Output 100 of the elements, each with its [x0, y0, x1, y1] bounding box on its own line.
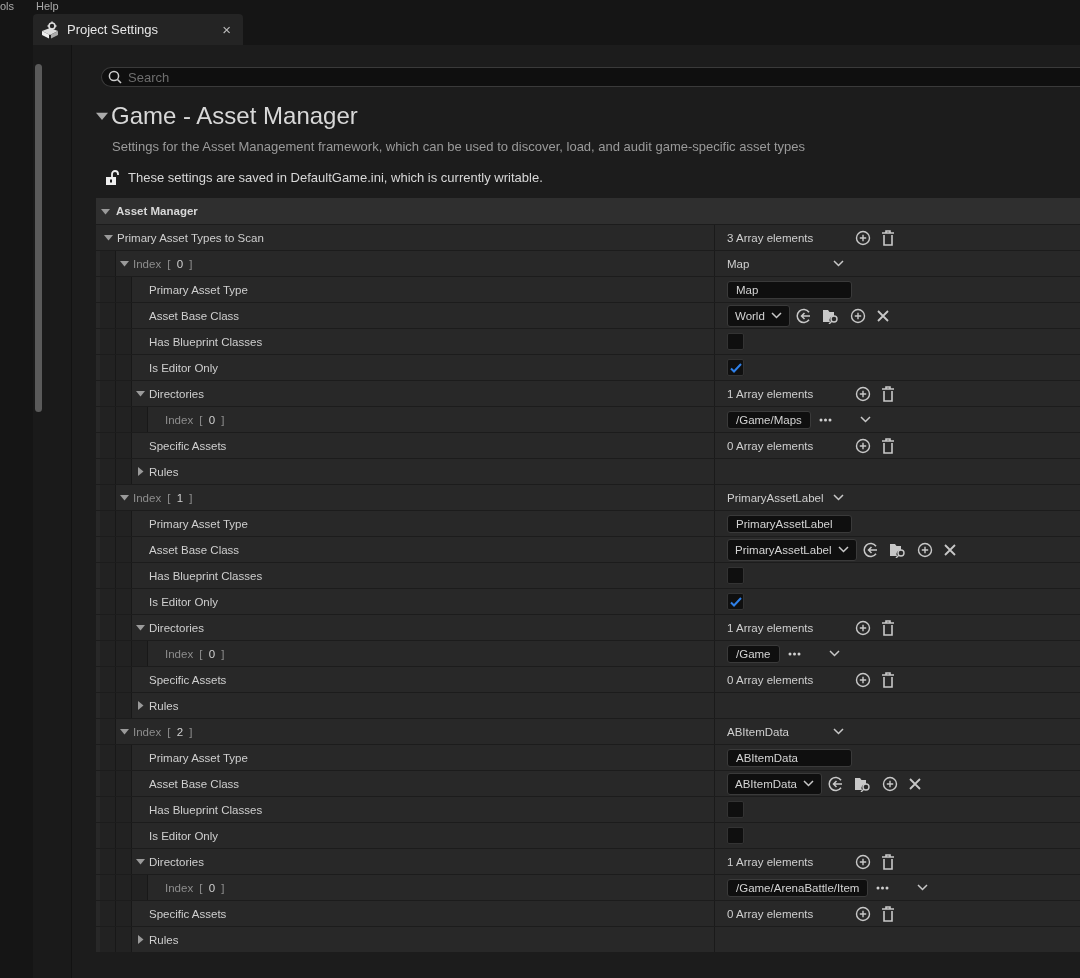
property-label: Has Blueprint Classes [149, 568, 263, 584]
add-element-icon[interactable] [855, 385, 871, 402]
path-field[interactable]: /Game/ArenaBattle/Item [727, 878, 869, 897]
clear-icon[interactable] [942, 542, 957, 557]
array-count: 0 Array elements [727, 439, 815, 452]
chevron-down-icon [833, 728, 844, 735]
checkbox[interactable] [727, 567, 744, 584]
collapse-arrow-icon[interactable] [104, 233, 113, 242]
property-label: Directories [149, 854, 204, 870]
property-label: Rules [149, 464, 179, 480]
chevron-down-icon [770, 312, 782, 319]
browse-folder-icon[interactable] [854, 775, 872, 792]
property-label: Primary Asset Type [149, 282, 248, 298]
property-label: Directories [149, 386, 204, 402]
expand-arrow-icon[interactable] [136, 467, 145, 476]
type-dropdown[interactable]: Map [727, 257, 844, 270]
collapse-arrow-icon[interactable] [136, 623, 145, 632]
property-label: Index [ 2 ] [133, 724, 193, 740]
property-label: Asset Base Class [149, 308, 240, 324]
use-selected-icon[interactable] [828, 775, 844, 792]
array-count: 1 Array elements [727, 855, 815, 868]
search-icon [108, 70, 122, 84]
category-header[interactable]: Asset Manager [96, 198, 1080, 225]
property-label: Index [ 0 ] [133, 256, 193, 272]
property-label: Index [ 0 ] [165, 412, 225, 428]
collapse-arrow-icon[interactable] [120, 493, 129, 502]
more-options-icon[interactable] [787, 651, 801, 656]
property-label: Rules [149, 698, 179, 714]
delete-icon[interactable] [881, 385, 895, 402]
checkbox[interactable] [727, 593, 744, 610]
close-button[interactable]: × [222, 21, 231, 38]
add-icon[interactable] [882, 775, 898, 792]
menu-item[interactable]: ols [0, 0, 15, 12]
collapse-arrow-icon[interactable] [101, 206, 110, 216]
property-label: Primary Asset Type [149, 750, 248, 766]
add-icon[interactable] [916, 541, 933, 558]
path-field[interactable]: /Game [727, 644, 780, 663]
property-label: Index [ 0 ] [165, 880, 225, 896]
chevron-down-icon[interactable] [859, 416, 871, 423]
array-count: 1 Array elements [727, 387, 815, 400]
use-selected-icon[interactable] [795, 307, 812, 324]
collapse-arrow-icon[interactable] [136, 857, 145, 866]
add-element-icon[interactable] [855, 905, 871, 922]
property-label: Index [ 0 ] [165, 646, 225, 662]
checkbox[interactable] [727, 333, 744, 350]
property-label: Specific Assets [149, 438, 227, 454]
checkbox[interactable] [727, 801, 744, 818]
add-element-icon[interactable] [855, 853, 871, 870]
property-label: Specific Assets [149, 672, 227, 688]
more-options-icon[interactable] [876, 885, 890, 890]
section-title: Game - Asset Manager [111, 102, 358, 130]
delete-icon[interactable] [881, 853, 895, 870]
checkbox[interactable] [727, 827, 744, 844]
text-field[interactable]: ABItemData [727, 748, 852, 767]
add-element-icon[interactable] [855, 437, 871, 454]
delete-icon[interactable] [881, 905, 895, 922]
delete-icon[interactable] [881, 229, 895, 246]
array-count: 0 Array elements [727, 907, 815, 920]
collapse-arrow-icon[interactable] [120, 259, 129, 268]
property-label: Asset Base Class [149, 542, 240, 558]
browse-folder-icon[interactable] [888, 541, 907, 558]
add-icon[interactable] [849, 307, 866, 324]
add-element-icon[interactable] [855, 229, 871, 246]
property-label: Index [ 1 ] [133, 490, 193, 506]
project-settings-tab[interactable]: Project Settings × [33, 14, 243, 45]
chevron-down-icon [837, 546, 849, 553]
type-dropdown[interactable]: PrimaryAssetLabel [727, 491, 844, 504]
delete-icon[interactable] [881, 619, 895, 636]
chevron-down-icon[interactable] [828, 650, 840, 657]
clear-icon[interactable] [875, 308, 890, 323]
use-selected-icon[interactable] [862, 541, 879, 558]
scrollbar[interactable] [35, 64, 42, 412]
browse-folder-icon[interactable] [821, 307, 840, 324]
class-dropdown[interactable]: PrimaryAssetLabel [727, 538, 857, 561]
checkbox[interactable] [727, 359, 744, 376]
add-element-icon[interactable] [855, 671, 871, 688]
property-label: Has Blueprint Classes [149, 334, 263, 350]
property-label: Is Editor Only [149, 828, 219, 844]
collapse-arrow-icon[interactable] [136, 389, 145, 398]
type-dropdown[interactable]: ABItemData [727, 725, 844, 738]
array-count: 1 Array elements [727, 621, 815, 634]
writable-notice: These settings are saved in DefaultGame.ini, which is currently writable. [128, 169, 543, 185]
clear-icon[interactable] [908, 776, 922, 791]
collapse-arrow-icon[interactable] [96, 110, 108, 122]
add-element-icon[interactable] [855, 619, 871, 636]
expand-arrow-icon[interactable] [136, 701, 145, 710]
settings-icon [41, 20, 59, 39]
menu-item[interactable]: Help [36, 0, 59, 12]
delete-icon[interactable] [881, 671, 895, 688]
more-options-icon[interactable] [818, 417, 832, 422]
chevron-down-icon[interactable] [917, 884, 929, 891]
delete-icon[interactable] [881, 437, 895, 454]
text-field[interactable]: Map [727, 280, 852, 299]
text-field[interactable]: PrimaryAssetLabel [727, 514, 852, 533]
class-dropdown[interactable]: World [727, 304, 790, 327]
path-field[interactable]: /Game/Maps [727, 410, 811, 429]
search-field[interactable]: Search [101, 67, 1080, 87]
collapse-arrow-icon[interactable] [120, 727, 129, 736]
expand-arrow-icon[interactable] [136, 935, 145, 944]
class-dropdown[interactable]: ABItemData [727, 772, 822, 795]
